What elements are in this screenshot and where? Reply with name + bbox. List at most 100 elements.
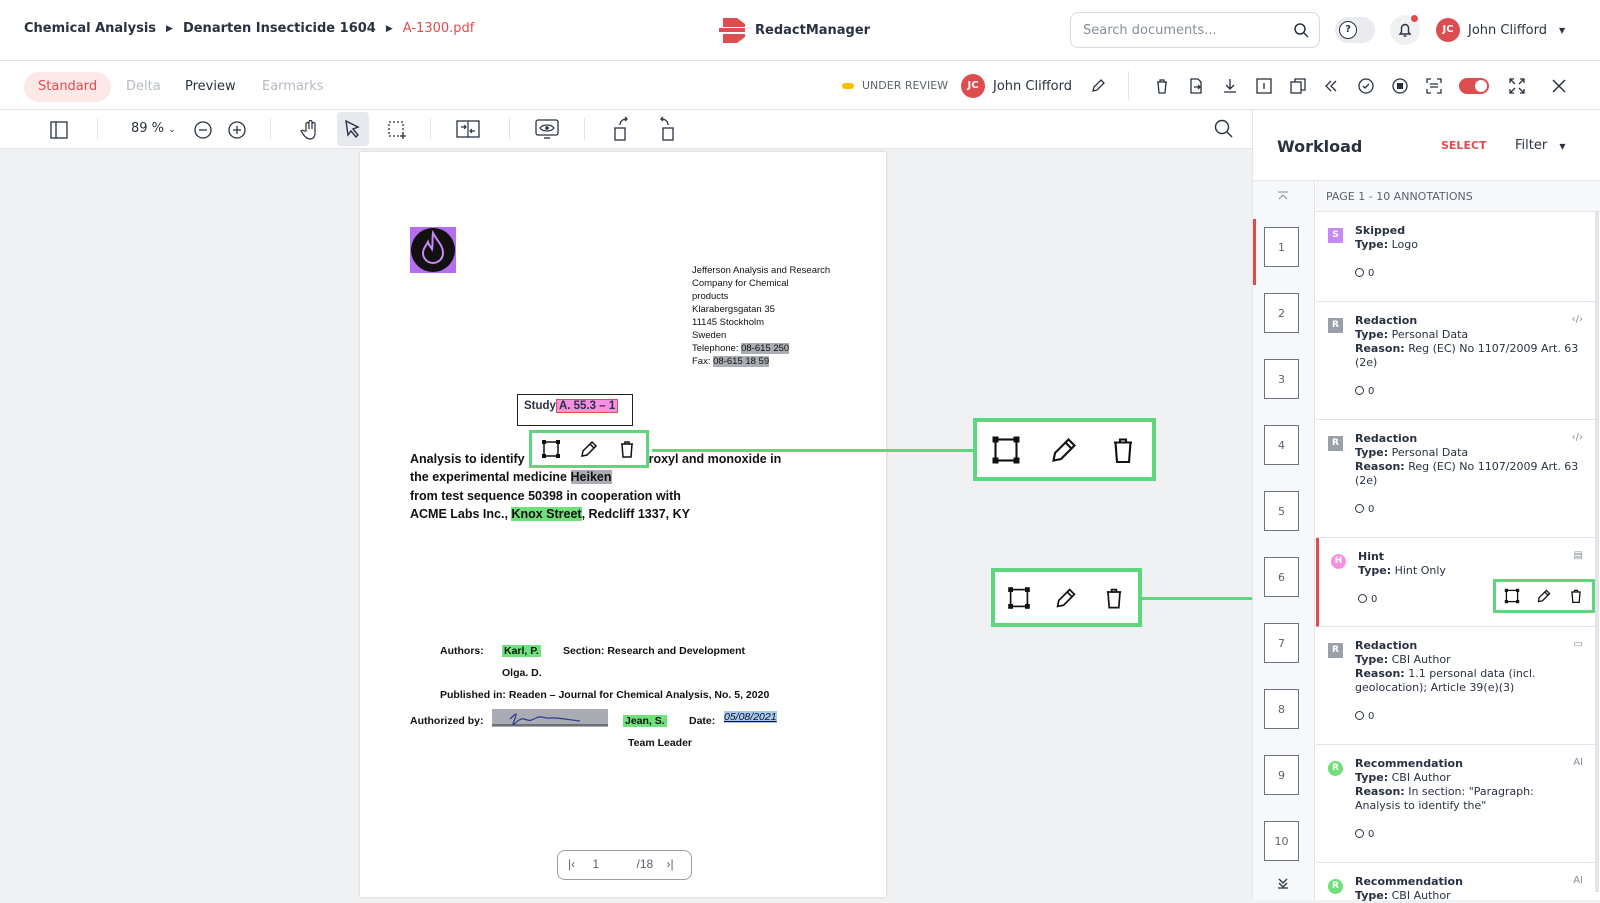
annotation-list-scrollbar[interactable] [1595,212,1599,892]
zoom-in-icon[interactable] [227,120,247,140]
page-annotations-header: PAGE 1 - 10 ANNOTATIONS [1316,180,1600,212]
ocr-scan-icon[interactable] [1425,77,1443,95]
resize-icon[interactable] [541,439,561,459]
folder-icon: ▭ [1573,639,1583,650]
page-thumb[interactable]: 9 [1264,755,1299,795]
redacted-telephone[interactable]: 08-615 250 [741,343,790,354]
redacted-signature[interactable] [492,709,608,727]
annotation-card[interactable]: R Redaction Type: Personal Data Reason: Re… [1316,420,1595,538]
check-circle-icon[interactable] [1357,77,1375,95]
stop-circle-icon[interactable] [1391,77,1409,95]
date-annotation[interactable]: 05/08/2021 [724,711,777,723]
delete-trash-icon[interactable] [617,439,637,459]
comment-count[interactable]: 0 [1355,711,1374,722]
annotation-type: CBI Author [1391,653,1451,666]
redacted-fax[interactable]: 08-615 18 59 [713,356,770,367]
zoom-select[interactable]: 89 % ⌄ [131,121,176,136]
search-input[interactable]: Search documents... [1070,12,1320,48]
page-thumb[interactable]: 1 [1264,227,1299,267]
file-export-icon[interactable] [1187,77,1205,95]
annotation-card[interactable]: R Recommendation Type: CBI Author Reason: … [1316,745,1595,863]
tab-earmarks[interactable]: Earmarks [248,72,338,102]
page-thumb[interactable]: 4 [1264,425,1299,465]
recommendation-street[interactable]: Knox Street [511,507,582,522]
recommendation-signer[interactable]: Jean, S. [623,715,667,727]
page-thumb[interactable]: 6 [1264,557,1299,597]
assignee[interactable]: JC John Clifford [961,74,1106,98]
redacted-medicine[interactable]: Heiken [570,470,612,485]
undo-all-icon[interactable] [1323,77,1341,95]
page-input[interactable]: 1 [592,857,599,871]
download-icon[interactable] [1221,77,1239,95]
search-icon[interactable] [1293,22,1309,38]
trash-icon[interactable] [1153,77,1171,95]
select-button[interactable]: SELECT [1441,139,1487,152]
annotation-card[interactable]: S Skipped Type: Logo 0 [1316,212,1595,302]
info-panel-icon[interactable] [1255,77,1273,95]
scroll-bottom-icon[interactable] [1275,875,1291,891]
copy-icon[interactable] [1289,77,1307,95]
comment-count[interactable]: 0 [1358,594,1377,605]
reason-label: Reason: [1355,342,1405,355]
hint-study-id[interactable]: A. 55.3 – 1 [555,399,619,413]
page-thumb[interactable]: 3 [1264,359,1299,399]
comment-count[interactable]: 0 [1355,386,1374,397]
zoom-out-icon[interactable] [193,120,213,140]
address-line: Klarabergsgatan 35 [692,304,775,315]
user-menu[interactable]: JC John Clifford ▼ [1436,18,1565,42]
resize-icon[interactable] [1504,588,1520,604]
compare-icon[interactable] [455,118,481,140]
area-select-icon[interactable] [386,119,408,141]
annotation-card[interactable]: R Recommendation Type: CBI Author AI [1316,863,1595,902]
viewer-search-icon[interactable] [1214,119,1234,139]
ai-source-label: AI [1573,757,1583,768]
breadcrumb-file[interactable]: A-1300.pdf [403,21,475,36]
comment-count[interactable]: 0 [1355,268,1374,279]
avatar: JC [1436,18,1460,42]
breadcrumb-project[interactable]: Denarten Insecticide 1604 [183,21,376,36]
study-box: Study A. 55.3 – 1 [517,394,633,426]
rotate-left-icon[interactable] [611,116,633,142]
scroll-top-icon[interactable] [1275,189,1291,205]
search-placeholder: Search documents... [1083,23,1217,38]
page-thumb[interactable]: 5 [1264,491,1299,531]
redaction-preview-toggle[interactable] [1459,78,1489,94]
annotation-card[interactable]: R Redaction Type: CBI Author Reason: 1.1 p… [1316,627,1595,745]
document-page: Jefferson Analysis and Research Company … [360,152,886,897]
address-line: Company for Chemical [692,278,789,289]
page-thumb[interactable]: 7 [1264,623,1299,663]
tab-preview[interactable]: Preview [171,72,250,102]
filter-dropdown[interactable]: Filter ▼ [1515,138,1566,153]
select-tool-active[interactable] [337,112,369,146]
close-icon[interactable] [1550,77,1568,95]
delete-trash-icon[interactable] [1568,588,1584,604]
help-mode-toggle[interactable]: ? [1335,17,1375,43]
annotation-type-badge: R [1328,643,1343,658]
edit-pencil-icon[interactable] [579,439,599,459]
breadcrumb-root[interactable]: Chemical Analysis [24,21,156,36]
annotation-type: Personal Data [1391,328,1469,341]
annotation-card-selected[interactable]: H Hint Type: Hint Only 0 ▤ [1316,538,1595,627]
annotation-type: CBI Author [1391,889,1451,902]
page-thumb[interactable]: 8 [1264,689,1299,729]
hand-pan-icon[interactable] [299,119,321,141]
page-thumb[interactable]: 2 [1264,293,1299,333]
logo-annotation[interactable] [410,227,456,273]
annotation-card[interactable]: R Redaction Type: Personal Data Reason: Re… [1316,302,1595,420]
edit-pencil-icon[interactable] [1536,588,1552,604]
recommendation-author[interactable]: Karl, P. [502,645,541,657]
view-eye-icon[interactable] [534,118,560,140]
annotation-title: Redaction [1355,432,1418,445]
tab-delta[interactable]: Delta [112,72,175,102]
page-thumb[interactable]: 10 [1264,821,1299,861]
comment-count[interactable]: 0 [1355,829,1374,840]
comment-count[interactable]: 0 [1355,504,1374,515]
sidebar-toggle-icon[interactable] [49,120,69,140]
rotate-right-icon[interactable] [655,116,677,142]
notifications-button[interactable] [1390,15,1420,45]
fullscreen-icon[interactable] [1508,77,1526,95]
first-page-icon[interactable]: |‹ [568,857,575,871]
tab-standard[interactable]: Standard [24,72,112,102]
pencil-icon[interactable] [1090,78,1106,94]
last-page-icon[interactable]: ›| [667,857,674,871]
